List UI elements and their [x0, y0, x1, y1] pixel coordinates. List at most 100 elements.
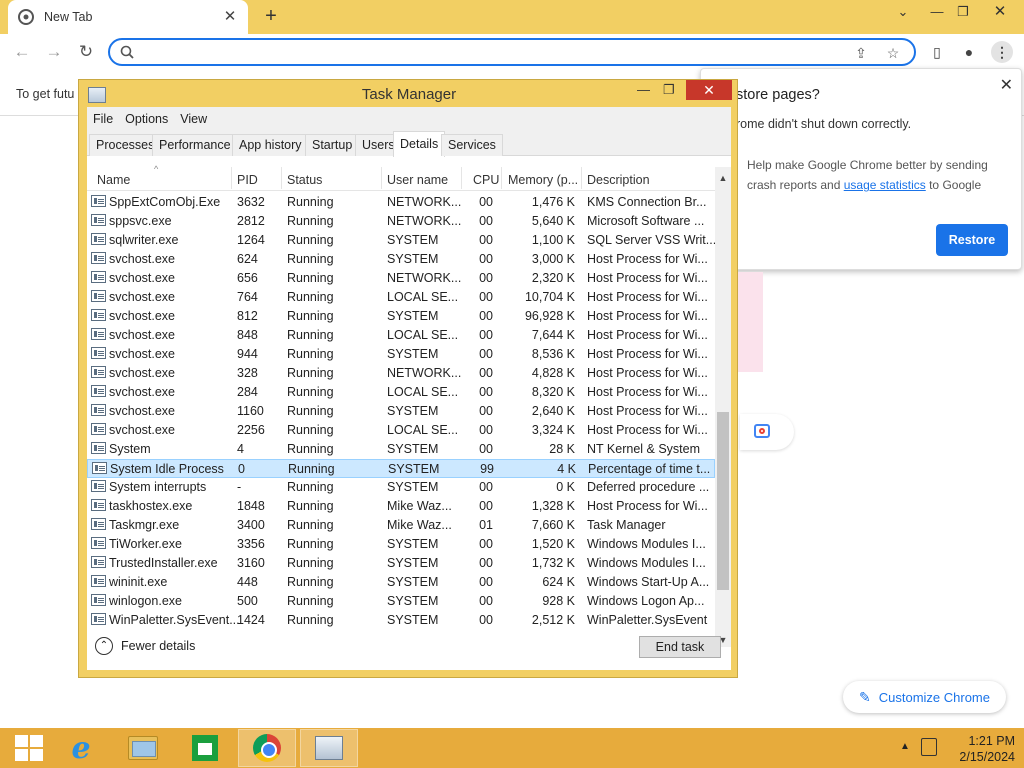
table-row[interactable]: svchost.exe 656 Running NETWORK... 00 2,320 K…: [87, 269, 715, 288]
table-row[interactable]: svchost.exe 2256 Running LOCAL SE... 00 3,324…: [87, 421, 715, 440]
window-restore-button[interactable]: ❐: [946, 0, 980, 26]
table-row[interactable]: System interrupts - Running SYSTEM 00 0 K Defe…: [87, 478, 715, 497]
table-row[interactable]: svchost.exe 764 Running LOCAL SE... 00 10,704…: [87, 288, 715, 307]
table-row[interactable]: winlogon.exe 500 Running SYSTEM 00 928 K Windo…: [87, 592, 715, 611]
back-button[interactable]: ←: [10, 40, 34, 64]
omnibox[interactable]: ⇪ ☆: [108, 38, 916, 66]
table-row[interactable]: svchost.exe 284 Running LOCAL SE... 00 8,320 …: [87, 383, 715, 402]
process-name: svchost.exe: [109, 366, 176, 380]
internet-explorer-taskbar-button[interactable]: e: [52, 729, 110, 767]
table-row[interactable]: TiWorker.exe 3356 Running SYSTEM 00 1,520 K Wi…: [87, 535, 715, 554]
process-icon: [91, 214, 106, 226]
tab-search-chevron-icon[interactable]: ⌄: [886, 0, 920, 26]
table-row[interactable]: svchost.exe 944 Running SYSTEM 00 8,536 K Host…: [87, 345, 715, 364]
column-divider[interactable]: [381, 167, 382, 189]
tab-app-history[interactable]: App history: [232, 134, 309, 156]
end-task-button[interactable]: End task: [639, 636, 721, 658]
tab-processes[interactable]: Processes: [89, 134, 162, 156]
menu-file[interactable]: File: [87, 107, 119, 131]
tm-close-button[interactable]: ✕: [686, 80, 732, 100]
vertical-scrollbar[interactable]: ▲ ▼: [715, 167, 731, 647]
table-row[interactable]: System Idle Process 0 Running SYSTEM 99 4 K Pe…: [87, 459, 715, 478]
menu-view[interactable]: View: [174, 107, 213, 131]
tab-services[interactable]: Services: [441, 134, 503, 156]
table-row[interactable]: System 4 Running SYSTEM 00 28 K NT Kernel & Sy…: [87, 440, 715, 459]
tab-startup[interactable]: Startup: [305, 134, 360, 156]
omnibox-input[interactable]: [142, 43, 842, 61]
store-taskbar-button[interactable]: [176, 729, 234, 767]
process-memory: 2,320 K: [531, 271, 575, 285]
tab-details[interactable]: Details: [393, 131, 446, 157]
tab-performance[interactable]: Performance: [152, 134, 238, 156]
table-row[interactable]: svchost.exe 328 Running NETWORK... 00 4,828 K…: [87, 364, 715, 383]
show-hidden-icons-icon[interactable]: ▲: [900, 741, 910, 752]
table-row[interactable]: taskhostex.exe 1848 Running Mike Waz... 00 1,…: [87, 497, 715, 516]
process-cpu: 00: [479, 233, 493, 247]
chrome-tab-new-tab[interactable]: New Tab ✕: [8, 0, 248, 34]
side-panel-icon[interactable]: ▯: [927, 42, 947, 62]
table-row[interactable]: svchost.exe 848 Running LOCAL SE... 00 7,644 …: [87, 326, 715, 345]
table-row[interactable]: sqlwriter.exe 1264 Running SYSTEM 00 1,100 K S…: [87, 231, 715, 250]
table-row[interactable]: svchost.exe 1160 Running SYSTEM 00 2,640 K Hos…: [87, 402, 715, 421]
process-icon: [91, 613, 106, 625]
process-status: Running: [287, 423, 334, 437]
process-description: Host Process for Wi...: [587, 271, 708, 285]
usage-statistics-link[interactable]: usage statistics: [844, 178, 926, 192]
new-tab-button[interactable]: +: [259, 5, 283, 29]
table-row[interactable]: WinPaletter.SysEvent... 1424 Running SYSTEM…: [87, 611, 715, 630]
restore-button[interactable]: Restore: [936, 224, 1008, 256]
process-pid: 284: [237, 385, 258, 399]
column-divider[interactable]: [461, 167, 462, 189]
column-status[interactable]: Status: [287, 173, 322, 187]
column-name[interactable]: Name: [97, 173, 130, 187]
process-cpu: 00: [479, 385, 493, 399]
scroll-up-icon[interactable]: ▲: [715, 173, 731, 183]
customize-chrome-button[interactable]: ✎ Customize Chrome: [843, 681, 1006, 713]
table-row[interactable]: svchost.exe 624 Running SYSTEM 00 3,000 K Host…: [87, 250, 715, 269]
window-close-button[interactable]: ✕: [976, 0, 1024, 26]
google-lens-button[interactable]: [740, 414, 794, 450]
forward-button[interactable]: →: [42, 40, 66, 64]
column-divider[interactable]: [581, 167, 582, 189]
column-memory[interactable]: Memory (p...: [508, 173, 578, 187]
task-manager-icon: [315, 736, 343, 760]
process-cpu: 00: [479, 366, 493, 380]
tm-minimize-button[interactable]: —: [637, 82, 657, 97]
process-pid: 500: [237, 594, 258, 608]
start-button[interactable]: [0, 729, 58, 767]
column-cpu[interactable]: CPU: [473, 173, 499, 187]
chrome-menu-icon[interactable]: ⋮: [991, 41, 1013, 63]
column-divider[interactable]: [281, 167, 282, 189]
table-row[interactable]: svchost.exe 812 Running SYSTEM 00 96,928 K Hos…: [87, 307, 715, 326]
menu-options[interactable]: Options: [119, 107, 174, 131]
table-row[interactable]: wininit.exe 448 Running SYSTEM 00 624 K Window…: [87, 573, 715, 592]
tm-restore-button[interactable]: ❐: [663, 82, 683, 98]
scrollbar-thumb[interactable]: [717, 412, 729, 590]
profile-avatar-icon[interactable]: ●: [959, 42, 979, 62]
file-explorer-taskbar-button[interactable]: [114, 729, 172, 767]
column-divider[interactable]: [231, 167, 232, 189]
table-row[interactable]: TrustedInstaller.exe 3160 Running SYSTEM 00 1…: [87, 554, 715, 573]
fewer-details-button[interactable]: ⌃ Fewer details: [95, 637, 195, 655]
share-icon[interactable]: ⇪: [852, 44, 870, 62]
column-user-name[interactable]: User name: [387, 173, 448, 187]
table-row[interactable]: sppsvc.exe 2812 Running NETWORK... 00 5,640 K…: [87, 212, 715, 231]
clock[interactable]: 1:21 PM 2/15/2024: [945, 733, 1015, 765]
network-icon[interactable]: [921, 738, 937, 756]
process-icon: [91, 594, 106, 606]
task-manager-taskbar-button[interactable]: [300, 729, 358, 767]
table-row[interactable]: Taskmgr.exe 3400 Running Mike Waz... 01 7,660…: [87, 516, 715, 535]
chrome-taskbar-button[interactable]: [238, 729, 296, 767]
close-icon[interactable]: ✕: [1000, 75, 1013, 95]
column-pid[interactable]: PID: [237, 173, 258, 187]
bookmark-star-icon[interactable]: ☆: [884, 44, 902, 62]
process-status: Running: [287, 271, 334, 285]
process-pid: -: [237, 480, 242, 494]
process-description: Microsoft Software ...: [587, 214, 705, 228]
tab-close-icon[interactable]: ✕: [222, 9, 238, 25]
table-row[interactable]: SppExtComObj.Exe 3632 Running NETWORK... 00 1…: [87, 193, 715, 212]
column-divider[interactable]: [501, 167, 502, 189]
column-description[interactable]: Description: [587, 173, 650, 187]
process-cpu: 01: [479, 518, 493, 532]
reload-button[interactable]: ↻: [74, 40, 98, 64]
